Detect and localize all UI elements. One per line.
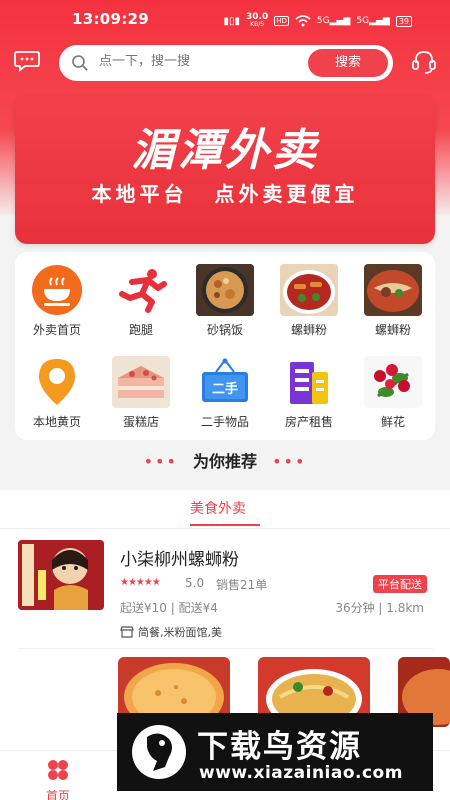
- customer-service-icon[interactable]: [410, 48, 438, 76]
- signal-icon-2: 5G▂▄▆: [356, 16, 390, 26]
- second-hand-sign-icon: 二手: [196, 356, 254, 408]
- category-label: 螺蛳粉: [290, 323, 327, 337]
- tab-indicator: [190, 524, 260, 526]
- building-icon: [280, 356, 338, 408]
- delivery-fees: 起送¥10 | 配送¥4: [120, 601, 218, 615]
- search-icon: [72, 55, 88, 71]
- signal-icon: 5G▂▄▆: [316, 16, 351, 26]
- heading-dots-left: •••: [143, 452, 178, 471]
- banner-subtitle: 本地平台 点外卖更便宜: [15, 178, 435, 207]
- category-errand[interactable]: 跑腿: [99, 264, 183, 338]
- category-takeout-home[interactable]: 外卖首页: [15, 264, 99, 338]
- banner-title: 湄潭外卖: [131, 125, 319, 176]
- vibrate-icon: ▮▯▮: [223, 15, 240, 27]
- snail-noodle-photo: [364, 264, 422, 316]
- category-grid: 外卖首页 跑腿 砂锅饭 螺蛳粉 螺蛳粉 本地黄页 蛋糕店 二手 二手物品 房产租…: [15, 264, 435, 430]
- watermark-url: www.xiazainiao.com: [199, 763, 403, 783]
- tab-divider: [0, 528, 450, 529]
- category-cake-shop[interactable]: 蛋糕店: [99, 356, 183, 430]
- category-card: 外卖首页 跑腿 砂锅饭 螺蛳粉 螺蛳粉 本地黄页 蛋糕店 二手 二手物品 房产租…: [15, 252, 435, 440]
- banner-subtitle-left: 本地平台: [91, 182, 188, 206]
- promo-banner[interactable]: 湄潭外卖 本地平台 点外卖更便宜: [15, 96, 435, 244]
- header: 搜索: [0, 42, 450, 84]
- category-yellow-pages[interactable]: 本地黄页: [15, 356, 99, 430]
- category-label: 房产租售: [284, 415, 333, 429]
- shop-name[interactable]: 小柒柳州螺蛳粉: [120, 545, 239, 570]
- time-distance: 36分钟 | 1.8km: [335, 601, 424, 615]
- category-label: 二手物品: [200, 415, 249, 429]
- heading-dots-right: •••: [272, 452, 307, 471]
- net-speed: 30.0 KB/S: [246, 12, 269, 29]
- category-label: 砂锅饭: [206, 323, 243, 337]
- cake-photo: [112, 356, 170, 408]
- banner-subtitle-right: 点外卖更便宜: [214, 182, 359, 206]
- category-label: 跑腿: [128, 323, 153, 337]
- platform-delivery-badge: 平台配送: [373, 575, 427, 593]
- bird-logo-icon: [132, 725, 186, 779]
- status-icons: ▮▯▮ 30.0 KB/S HD 5G▂▄▆ 5G▂▄▆ 39: [223, 13, 412, 29]
- category-label: 本地黄页: [32, 415, 81, 429]
- shop-tags: 简餐,米粉面馆,美: [120, 624, 222, 640]
- nav-home-label: 首页: [45, 789, 70, 800]
- takeout-bowl-icon: [28, 264, 86, 316]
- category-label: 蛋糕店: [122, 415, 159, 429]
- shop-tags-text: 简餐,米粉面馆,美: [138, 626, 222, 639]
- category-snail-noodle-2[interactable]: 螺蛳粉: [351, 264, 435, 338]
- category-flowers[interactable]: 鲜花: [351, 356, 435, 430]
- home-grid-icon: [48, 760, 68, 780]
- flowers-photo: [364, 356, 422, 408]
- category-label: 螺蛳粉: [374, 323, 411, 337]
- wifi-icon: [295, 15, 311, 27]
- recommend-heading: ••• 为你推荐 •••: [0, 448, 450, 488]
- shop-thumbnail[interactable]: [18, 540, 104, 610]
- battery-icon: 39: [395, 15, 412, 27]
- runner-icon: [112, 264, 170, 316]
- rating-stars: ★★★★★: [120, 577, 161, 588]
- shop-icon: [120, 626, 134, 638]
- search-bar[interactable]: 搜索: [59, 45, 393, 81]
- claypot-rice-photo: [196, 264, 254, 316]
- hd-icon: HD: [274, 16, 289, 26]
- status-bar: 13:09:29 ▮▯▮ 30.0 KB/S HD 5G▂▄▆ 5G▂▄▆ 39: [0, 0, 450, 40]
- message-icon[interactable]: [14, 50, 40, 72]
- status-time: 13:09:29: [72, 10, 150, 28]
- watermark: 下载鸟资源 www.xiazainiao.com: [117, 713, 433, 791]
- category-claypot-rice[interactable]: 砂锅饭: [183, 264, 267, 338]
- category-snail-noodle-1[interactable]: 螺蛳粉: [267, 264, 351, 338]
- nav-home[interactable]: 首页: [40, 759, 76, 800]
- category-real-estate[interactable]: 房产租售: [267, 356, 351, 430]
- category-second-hand[interactable]: 二手 二手物品: [183, 356, 267, 430]
- svg-text:二手: 二手: [212, 381, 238, 397]
- location-pin-icon: [28, 356, 86, 408]
- shop-divider: [18, 648, 433, 649]
- tab-food-delivery[interactable]: 美食外卖: [190, 498, 246, 518]
- category-label: 鲜花: [380, 415, 405, 429]
- search-input[interactable]: [99, 54, 299, 69]
- recommend-title: 为你推荐: [192, 452, 257, 471]
- snail-noodle-photo: [280, 264, 338, 316]
- category-label: 外卖首页: [32, 323, 81, 337]
- search-button[interactable]: 搜索: [308, 49, 388, 77]
- watermark-title: 下载鸟资源: [197, 729, 362, 765]
- shop-sales: 销售21单: [216, 578, 268, 592]
- shop-rating: 5.0: [185, 576, 205, 590]
